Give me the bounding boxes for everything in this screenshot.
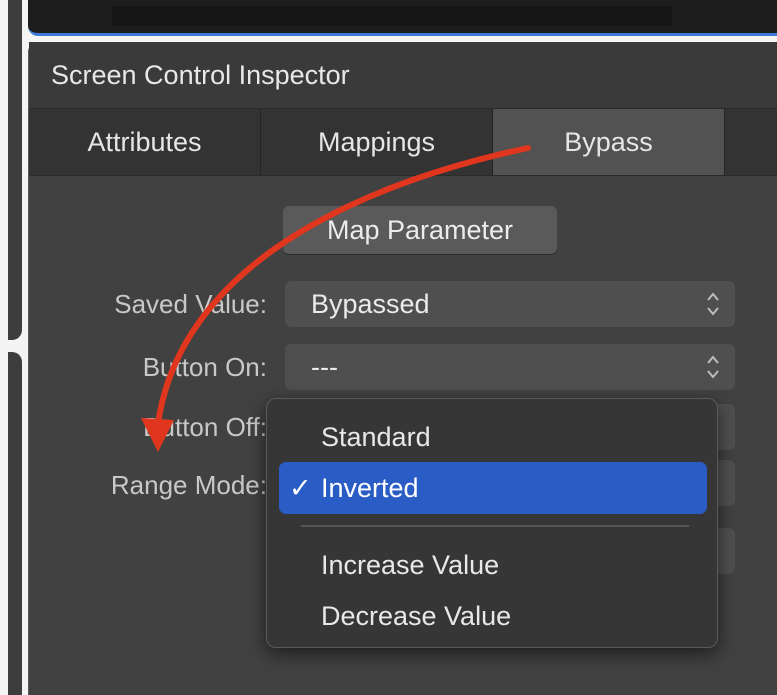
saved-value-text: Bypassed bbox=[311, 289, 430, 319]
button-on-label: Button On: bbox=[142, 352, 267, 382]
menu-separator bbox=[301, 525, 689, 527]
menu-item-increase-value[interactable]: Increase Value bbox=[279, 539, 707, 591]
left-panel-edge-top bbox=[8, 0, 22, 340]
inspector-titlebar: Screen Control Inspector bbox=[29, 42, 777, 108]
top-bar-inner bbox=[112, 6, 672, 26]
button-on-select[interactable]: --- bbox=[285, 344, 735, 390]
menu-item-standard[interactable]: Standard bbox=[279, 411, 707, 463]
saved-value-label: Saved Value: bbox=[114, 289, 267, 319]
left-panel-edge-bottom bbox=[8, 352, 22, 695]
checkmark-icon: ✓ bbox=[289, 473, 312, 503]
button-off-label: Button Off: bbox=[143, 412, 267, 442]
updown-chevron-icon bbox=[705, 352, 721, 382]
range-mode-menu: Standard ✓ Inverted Increase Value Decre… bbox=[266, 398, 718, 648]
inspector-title: Screen Control Inspector bbox=[51, 60, 350, 90]
range-mode-label: Range Mode: bbox=[110, 470, 267, 500]
menu-item-label: Inverted bbox=[321, 473, 419, 503]
tab-overflow bbox=[725, 109, 777, 175]
menu-item-inverted[interactable]: ✓ Inverted bbox=[279, 462, 707, 514]
updown-chevron-icon bbox=[705, 289, 721, 319]
menu-item-label: Increase Value bbox=[321, 550, 500, 580]
tab-bar: Attributes Mappings Bypass bbox=[29, 108, 777, 176]
tab-bypass[interactable]: Bypass bbox=[493, 109, 725, 175]
menu-item-decrease-value[interactable]: Decrease Value bbox=[279, 590, 707, 642]
tab-attributes[interactable]: Attributes bbox=[29, 109, 261, 175]
map-parameter-button[interactable]: Map Parameter bbox=[283, 206, 557, 254]
saved-value-select[interactable]: Bypassed bbox=[285, 281, 735, 327]
menu-item-label: Decrease Value bbox=[321, 601, 512, 631]
tab-mappings[interactable]: Mappings bbox=[261, 109, 493, 175]
menu-item-label: Standard bbox=[321, 422, 431, 452]
top-bar bbox=[28, 0, 777, 36]
button-on-text: --- bbox=[311, 352, 338, 382]
